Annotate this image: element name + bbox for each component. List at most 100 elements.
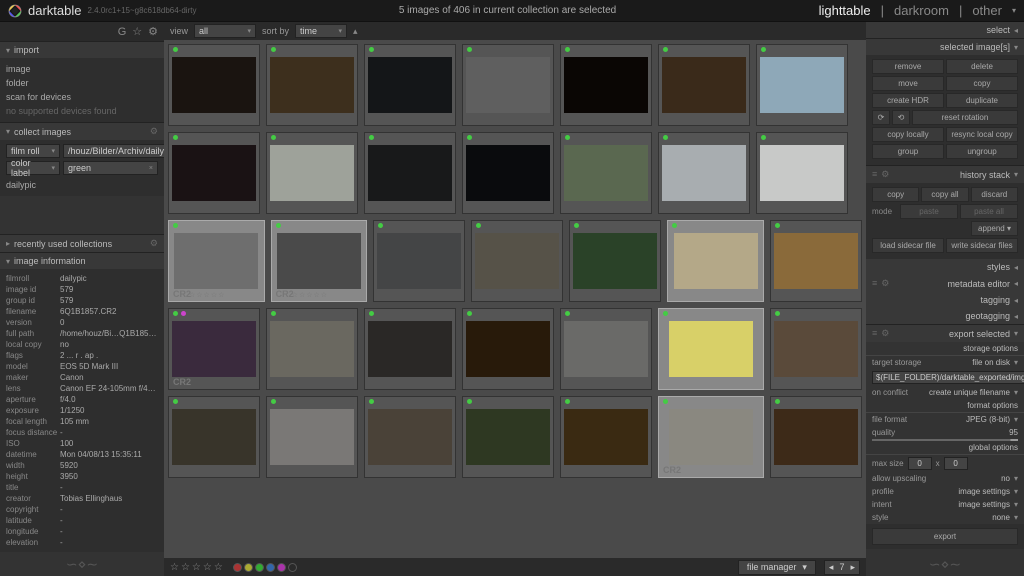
group-button[interactable]: group [872,144,944,159]
thumb-stars[interactable]: ☆☆☆☆☆ [189,291,225,299]
thumbnail[interactable] [770,396,862,478]
hist-copyall[interactable]: copy all [921,187,968,202]
panel-geo-header[interactable]: geotagging◂ [866,308,1024,324]
collect-type-select[interactable]: color label▾ [6,161,60,175]
load-sidecar[interactable]: load sidecar file [872,238,944,253]
profile-value[interactable]: image settings [958,487,1010,496]
copy-button[interactable]: copy [946,76,1018,91]
nav-lighttable[interactable]: lighttable [819,3,871,18]
thumbnail[interactable] [168,132,260,214]
panel-export-header[interactable]: ≡⚙export selected▾ [866,325,1024,342]
chevron-down-icon[interactable]: ▾ [1012,6,1016,15]
layout-select[interactable]: file manager▾ [738,560,816,575]
import-image[interactable]: image [6,62,158,76]
reset-rotation-button[interactable]: reset rotation [912,110,1018,125]
resync-button[interactable]: resync local copy [946,127,1018,142]
delete-button[interactable]: delete [946,59,1018,74]
hist-append[interactable]: append ▾ [971,221,1018,236]
thumbnail[interactable] [462,308,554,390]
group-icon[interactable]: G [118,26,127,38]
collect-value-input[interactable]: /houz/Bilder/Archiv/dailypic× [63,144,164,158]
thumbnail[interactable] [658,308,764,390]
thumbnail[interactable] [770,220,862,302]
hdr-button[interactable]: create HDR [872,93,944,108]
thumbnail[interactable] [770,308,862,390]
panel-recent-header[interactable]: ▸ recently used collections ⚙ [0,234,164,252]
thumbnail[interactable]: CR2 [658,396,764,478]
thumbnail[interactable] [266,308,358,390]
zoom-level[interactable]: ◂7▸ [824,560,860,575]
thumbnail[interactable] [168,396,260,478]
star-rating-control[interactable]: ☆☆☆☆☆ [170,562,225,573]
thumbnail[interactable] [462,132,554,214]
hist-paste[interactable]: paste [900,204,958,219]
quality-value[interactable]: 95 [1009,428,1018,437]
panel-import-header[interactable]: ▾ import [0,41,164,58]
preferences-icon[interactable]: ⚙ [150,238,158,249]
color-none[interactable] [288,563,297,572]
hist-copy[interactable]: copy [872,187,919,202]
thumbnail[interactable] [471,220,563,302]
panel-info-header[interactable]: ▾ image information [0,252,164,269]
sort-select[interactable]: time▾ [295,24,347,38]
collect-type-select[interactable]: film roll▾ [6,144,60,158]
duplicate-button[interactable]: duplicate [946,93,1018,108]
thumbnail[interactable] [364,44,456,126]
thumbnail[interactable] [658,132,750,214]
hist-discard[interactable]: discard [971,187,1018,202]
color-red[interactable] [233,563,242,572]
color-green[interactable] [255,563,264,572]
thumbnail[interactable] [756,132,848,214]
panel-selimg-header[interactable]: selected image[s]▾ [866,39,1024,55]
remove-button[interactable]: remove [872,59,944,74]
color-purple[interactable] [277,563,286,572]
thumbnail[interactable] [667,220,764,302]
nav-darkroom[interactable]: darkroom [894,3,949,18]
import-folder[interactable]: folder [6,76,158,90]
thumbnail[interactable]: CR2 [168,308,260,390]
preferences-icon[interactable]: ⚙ [150,126,158,137]
ungroup-button[interactable]: ungroup [946,144,1018,159]
thumbnail[interactable] [364,132,456,214]
rotate-ccw-button[interactable]: ⟲ [892,110,910,125]
conflict-value[interactable]: create unique filename [929,388,1010,397]
color-blue[interactable] [266,563,275,572]
thumbnail[interactable] [560,132,652,214]
copylocal-button[interactable]: copy locally [872,127,944,142]
target-value[interactable]: file on disk [972,358,1010,367]
thumbnail[interactable] [569,220,661,302]
collect-result[interactable]: dailypic [6,178,158,192]
gear-icon[interactable]: ⚙ [148,25,158,38]
rotate-cw-button[interactable]: ⟳ [872,110,890,125]
thumbnail[interactable] [373,220,465,302]
thumbnail[interactable] [560,308,652,390]
thumbnail[interactable]: CR2☆☆☆☆☆ [168,220,265,302]
thumbnail[interactable] [560,44,652,126]
thumbnail[interactable] [462,44,554,126]
thumb-stars[interactable]: ☆☆☆☆☆ [292,291,328,299]
view-select[interactable]: all▾ [194,24,256,38]
thumbnail[interactable] [364,308,456,390]
intent-value[interactable]: image settings [958,500,1010,509]
thumbnail[interactable] [560,396,652,478]
thumbnail[interactable] [266,396,358,478]
panel-tagging-header[interactable]: tagging◂ [866,292,1024,308]
sort-dir-icon[interactable]: ▴ [353,26,358,37]
panel-styles-header[interactable]: styles◂ [866,259,1024,275]
hist-pasteall[interactable]: paste all [960,204,1018,219]
color-yellow[interactable] [244,563,253,572]
maxw-input[interactable]: 0 [908,457,932,470]
upscale-value[interactable]: no [1001,474,1010,483]
panel-history-header[interactable]: ≡⚙history stack▾ [866,166,1024,183]
maxh-input[interactable]: 0 [944,457,968,470]
panel-collect-header[interactable]: ▾ collect images ⚙ [0,122,164,140]
thumbnail[interactable] [462,396,554,478]
import-scan[interactable]: scan for devices [6,90,158,104]
star-icon[interactable]: ☆ [132,25,142,38]
thumbnail[interactable] [756,44,848,126]
export-path-input[interactable]: $(FILE_FOLDER)/darktable_exported/img [872,371,1024,384]
panel-metadata-header[interactable]: ≡⚙metadata editor◂ [866,275,1024,292]
thumbnail[interactable]: CR2☆☆☆☆☆ [271,220,368,302]
format-value[interactable]: JPEG (8-bit) [966,415,1010,424]
panel-select-header[interactable]: select◂ [866,22,1024,38]
